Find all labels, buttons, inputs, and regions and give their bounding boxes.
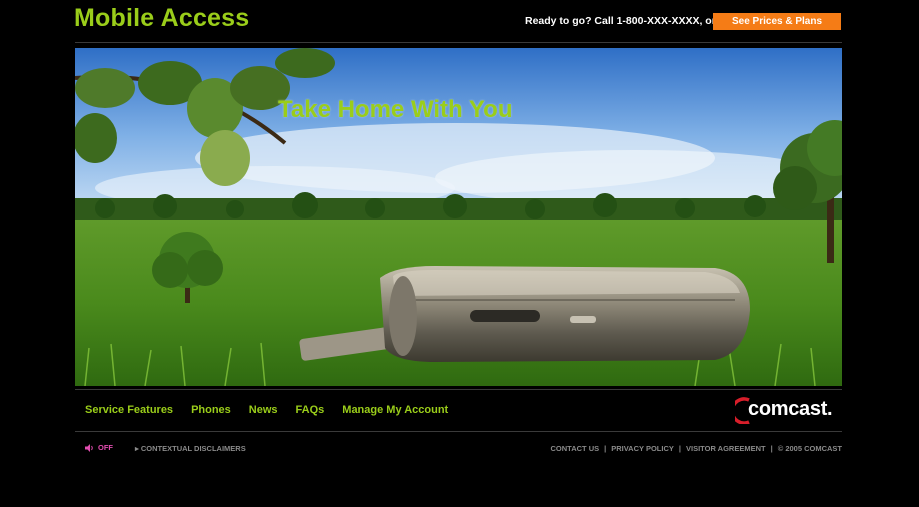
separator: | [604,444,607,453]
footer-divider [75,431,842,432]
comcast-logo[interactable]: comcast. [748,398,833,421]
nav-faqs[interactable]: FAQs [296,404,325,416]
contextual-disclaimers-link[interactable]: ▸ CONTEXTUAL DISCLAIMERS [135,444,246,453]
sound-toggle[interactable]: OFF [85,443,113,452]
footer-links: CONTACT US | PRIVACY POLICY | VISITOR AG… [551,444,842,453]
hero-headline: Take Home With You [278,96,513,123]
separator: | [770,444,773,453]
header-divider [75,42,842,43]
nav-service-features[interactable]: Service Features [85,404,173,416]
contact-us-link[interactable]: CONTACT US [551,444,600,453]
nav-news[interactable]: News [249,404,278,416]
see-prices-plans-button[interactable]: See Prices & Plans [713,13,841,30]
nav-phones[interactable]: Phones [191,404,231,416]
speaker-icon [85,443,93,452]
page-title: Mobile Access [74,4,250,32]
ready-call-text: Ready to go? Call 1-800-XXX-XXXX, or [525,15,716,27]
copyright-text: © 2005 COMCAST [777,444,842,453]
disclaimers-label: CONTEXTUAL DISCLAIMERS [140,444,246,453]
sound-label: OFF [98,443,113,452]
main-nav: Service Features Phones News FAQs Manage… [85,404,466,416]
visitor-agreement-link[interactable]: VISITOR AGREEMENT [686,444,766,453]
privacy-policy-link[interactable]: PRIVACY POLICY [611,444,674,453]
separator: | [678,444,681,453]
nav-manage-my-account[interactable]: Manage My Account [342,404,448,416]
nav-top-divider [75,389,842,390]
hero-banner: Take Home With You [75,48,842,386]
